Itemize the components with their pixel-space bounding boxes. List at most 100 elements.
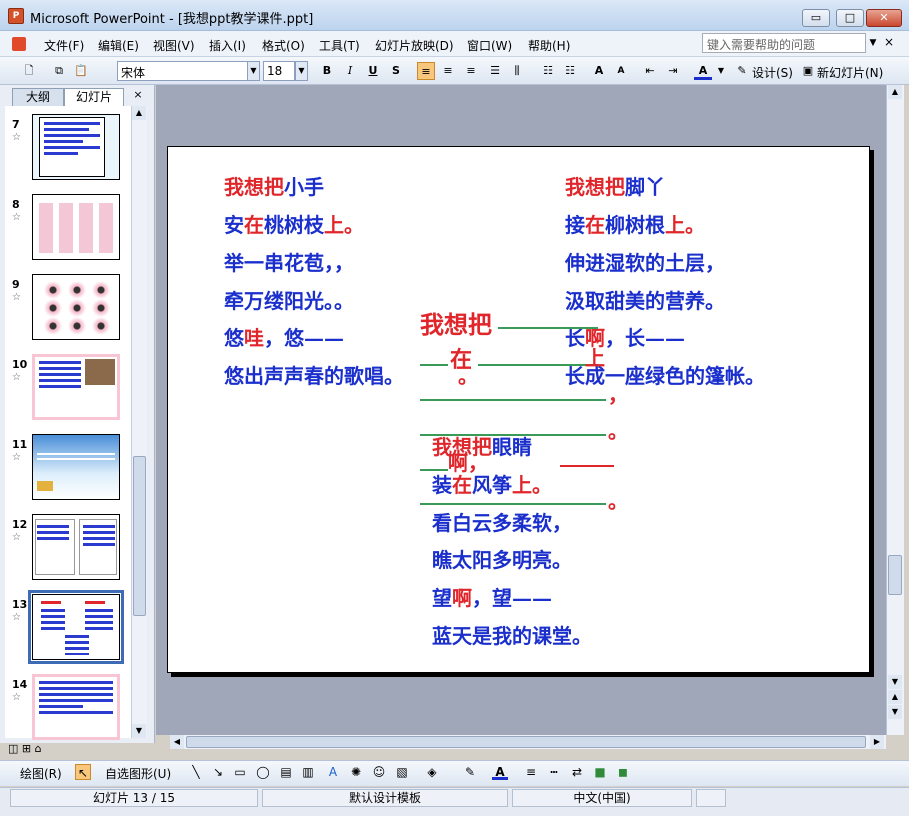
oval-icon[interactable]: ◯ [255, 764, 271, 780]
new-slide-button[interactable]: 新幻灯片(N) [817, 64, 883, 81]
distribute-icon[interactable]: ⫼ [508, 62, 526, 80]
new-document-icon[interactable]: 🗋 [20, 62, 38, 80]
increase-font-icon[interactable]: A [590, 62, 608, 80]
status-empty [696, 789, 726, 807]
3d-style-icon[interactable]: ◼ [615, 764, 631, 780]
scroll-up-icon[interactable]: ▲ [888, 85, 902, 99]
underline-button[interactable]: U [364, 62, 382, 80]
shadow-style-icon[interactable]: ■ [592, 764, 608, 780]
animation-star-icon: ☆ [12, 132, 21, 143]
slide-thumbnail-7[interactable] [32, 114, 120, 180]
animation-star-icon: ☆ [12, 212, 21, 223]
draw-font-color-icon[interactable]: A [492, 764, 508, 780]
new-slide-icon[interactable]: ▣ [799, 62, 817, 80]
scroll-up-icon[interactable]: ▲ [132, 106, 146, 120]
picture-icon[interactable]: ▧ [394, 764, 410, 780]
slide-sorter-icon[interactable]: ⊞ [22, 742, 31, 755]
decrease-font-icon[interactable]: A [612, 62, 630, 80]
italic-button[interactable]: I [341, 62, 359, 80]
autoshapes-button[interactable]: 自选图形(U) [105, 765, 171, 782]
document-icon[interactable] [12, 37, 26, 51]
slide-thumbnail-9[interactable] [32, 274, 120, 340]
arrow-icon[interactable]: ↘ [210, 764, 226, 780]
menu-insert[interactable]: 插入(I) [209, 37, 246, 54]
shadow-button[interactable]: S [387, 62, 405, 80]
scroll-down-icon[interactable]: ▼ [132, 724, 146, 738]
panel-close-icon[interactable]: × [131, 88, 145, 104]
document-close-icon[interactable]: × [884, 35, 894, 49]
wordart-icon[interactable]: A [325, 764, 341, 780]
diagram-icon[interactable]: ✺ [348, 764, 364, 780]
line-style-icon[interactable]: ≡ [523, 764, 539, 780]
increase-indent-icon[interactable]: ⇥ [664, 62, 682, 80]
clipart-icon[interactable]: ☺ [371, 764, 387, 780]
decrease-indent-icon[interactable]: ⇤ [641, 62, 659, 80]
previous-slide-icon[interactable]: ▲ [888, 690, 902, 704]
vertical-textbox-icon[interactable]: ▥ [300, 764, 316, 780]
scroll-right-icon[interactable]: ▶ [870, 735, 884, 749]
menu-edit[interactable]: 编辑(E) [98, 37, 139, 54]
thumbnail-scrollbar[interactable]: ▲ ▼ [131, 106, 147, 738]
font-size-dropdown-icon[interactable]: ▼ [295, 61, 308, 81]
draw-menu-button[interactable]: 绘图(R) [20, 765, 62, 782]
next-slide-icon[interactable]: ▼ [888, 705, 902, 719]
bold-button[interactable]: B [318, 62, 336, 80]
rectangle-icon[interactable]: ▭ [232, 764, 248, 780]
minimize-button[interactable]: ▭ [802, 9, 830, 27]
normal-view-icon[interactable]: ◫ [8, 742, 18, 755]
select-pointer-icon[interactable]: ↖ [75, 764, 91, 780]
font-name-field[interactable]: 宋体 [117, 61, 248, 81]
close-button[interactable]: ✕ [866, 9, 902, 27]
design-icon[interactable]: ✎ [733, 62, 751, 80]
line-color-icon[interactable]: ✎ [462, 764, 478, 780]
font-name-dropdown-icon[interactable]: ▼ [247, 61, 260, 81]
scroll-left-icon[interactable]: ◀ [170, 735, 184, 749]
help-dropdown-icon[interactable]: ▼ [866, 33, 880, 53]
menu-view[interactable]: 视图(V) [153, 37, 195, 54]
slide-thumbnail-10[interactable] [32, 354, 120, 420]
textbox-icon[interactable]: ▤ [278, 764, 294, 780]
slide-thumbnail-14[interactable] [32, 674, 120, 740]
numbering-icon[interactable]: ☷ [539, 62, 557, 80]
slide-thumbnail-11[interactable] [32, 434, 120, 500]
thumbnail-scroll-thumb[interactable] [133, 456, 146, 616]
menu-format[interactable]: 格式(O) [262, 37, 305, 54]
slide-thumbnail-13[interactable] [28, 590, 124, 664]
arrow-style-icon[interactable]: ⇄ [569, 764, 585, 780]
line-icon[interactable]: ╲ [188, 764, 204, 780]
menu-tools[interactable]: 工具(T) [319, 37, 360, 54]
dash-style-icon[interactable]: ┅ [546, 764, 562, 780]
template-blank-2a [420, 364, 448, 366]
scroll-down-icon[interactable]: ▼ [888, 675, 902, 689]
slide-horizontal-scrollbar[interactable]: ◀ ▶ [170, 735, 886, 749]
copy-icon[interactable]: ⧉ [50, 62, 68, 80]
font-color-icon[interactable]: A [694, 62, 712, 80]
justify-icon[interactable]: ☰ [486, 62, 504, 80]
menu-file[interactable]: 文件(F) [44, 37, 84, 54]
design-button[interactable]: 设计(S) [752, 64, 793, 81]
menu-help[interactable]: 帮助(H) [528, 37, 570, 54]
animation-star-icon: ☆ [12, 292, 21, 303]
menu-window[interactable]: 窗口(W) [467, 37, 512, 54]
tab-slides[interactable]: 幻灯片 [64, 88, 124, 106]
slide-vertical-scrollbar[interactable]: ▲ ▼ ▲ ▼ [886, 85, 904, 735]
align-center-icon[interactable]: ≡ [439, 62, 457, 80]
tab-outline[interactable]: 大纲 [12, 88, 64, 106]
font-color-dropdown-icon[interactable]: ▼ [712, 62, 730, 80]
horizontal-scroll-thumb[interactable] [186, 736, 866, 748]
slide-thumbnail-8[interactable] [32, 194, 120, 260]
help-search-input[interactable]: 键入需要帮助的问题 [702, 33, 866, 53]
menu-slideshow[interactable]: 幻灯片放映(D) [375, 37, 454, 54]
bullets-icon[interactable]: ☷ [561, 62, 579, 80]
fill-color-icon[interactable]: ◈ [424, 764, 440, 780]
paste-icon[interactable]: 📋 [72, 62, 90, 80]
align-left-icon[interactable]: ≡ [417, 62, 435, 80]
align-right-icon[interactable]: ≡ [462, 62, 480, 80]
maximize-button[interactable]: □ [836, 9, 864, 27]
font-size-field[interactable]: 18 [263, 61, 295, 81]
slideshow-icon[interactable]: ⌂ [35, 742, 42, 755]
slide-scroll-thumb[interactable] [888, 555, 902, 595]
slide-canvas[interactable]: 我想把小手 安在桃树枝上。 举一串花苞，， 牵万缕阳光。。 悠哇，悠—— 悠出声… [167, 146, 870, 673]
powerpoint-app-icon[interactable]: P [8, 8, 24, 24]
slide-thumbnail-12[interactable] [32, 514, 120, 580]
